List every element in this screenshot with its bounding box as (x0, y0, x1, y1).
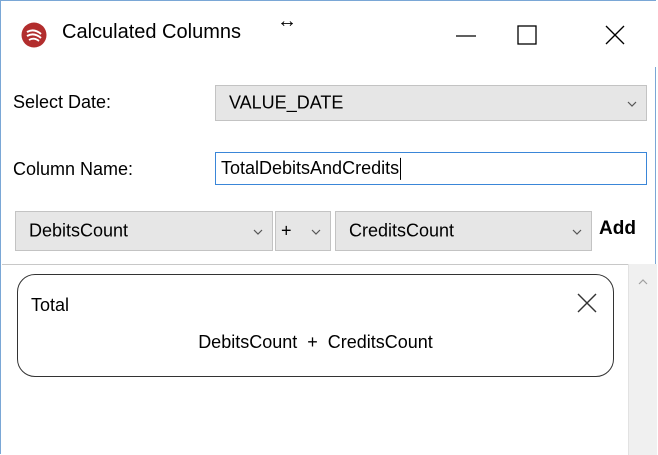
column-name-label: Column Name: (13, 159, 134, 179)
column-name-input[interactable]: TotalDebitsAndCredits (215, 152, 647, 185)
chevron-down-icon (572, 229, 582, 235)
left-operand-dropdown[interactable]: DebitsCount (15, 211, 273, 251)
scroll-up-icon[interactable] (637, 278, 649, 286)
chevron-down-icon (311, 229, 321, 235)
window-title: Calculated Columns (62, 21, 241, 43)
resize-arrows-icon: ↔ (277, 10, 297, 32)
close-icon (605, 25, 625, 45)
app-logo-icon (21, 22, 47, 48)
calculated-columns-window: Calculated Columns ↔ Select Date: VALUE_… (0, 0, 657, 455)
right-operand-value: CreditsCount (349, 220, 455, 241)
add-button[interactable]: Add (599, 218, 636, 240)
minimize-icon (456, 35, 476, 37)
remove-column-icon[interactable] (575, 291, 599, 315)
maximize-button[interactable] (498, 13, 556, 57)
select-date-value: VALUE_DATE (229, 92, 344, 113)
chevron-down-icon (627, 101, 637, 107)
column-card-title: Total (31, 295, 70, 315)
column-name-value: TotalDebitsAndCredits (221, 157, 400, 178)
chevron-down-icon (253, 229, 263, 235)
text-caret (400, 157, 402, 180)
select-date-label: Select Date: (13, 92, 112, 112)
operator-dropdown[interactable]: + (275, 211, 331, 251)
minimize-button[interactable] (437, 13, 495, 57)
column-card-expression: DebitsCount + CreditsCount (198, 332, 433, 352)
select-date-dropdown[interactable]: VALUE_DATE (215, 85, 647, 121)
calculated-column-card: Total DebitsCount + CreditsCount (17, 274, 614, 377)
close-window-button[interactable] (586, 13, 644, 57)
title-bar[interactable]: Calculated Columns ↔ (1, 1, 656, 67)
maximize-icon (517, 25, 537, 45)
vertical-scrollbar[interactable] (628, 264, 657, 455)
right-operand-dropdown[interactable]: CreditsCount (335, 211, 592, 251)
operator-value: + (281, 220, 292, 241)
left-operand-value: DebitsCount (29, 220, 129, 241)
